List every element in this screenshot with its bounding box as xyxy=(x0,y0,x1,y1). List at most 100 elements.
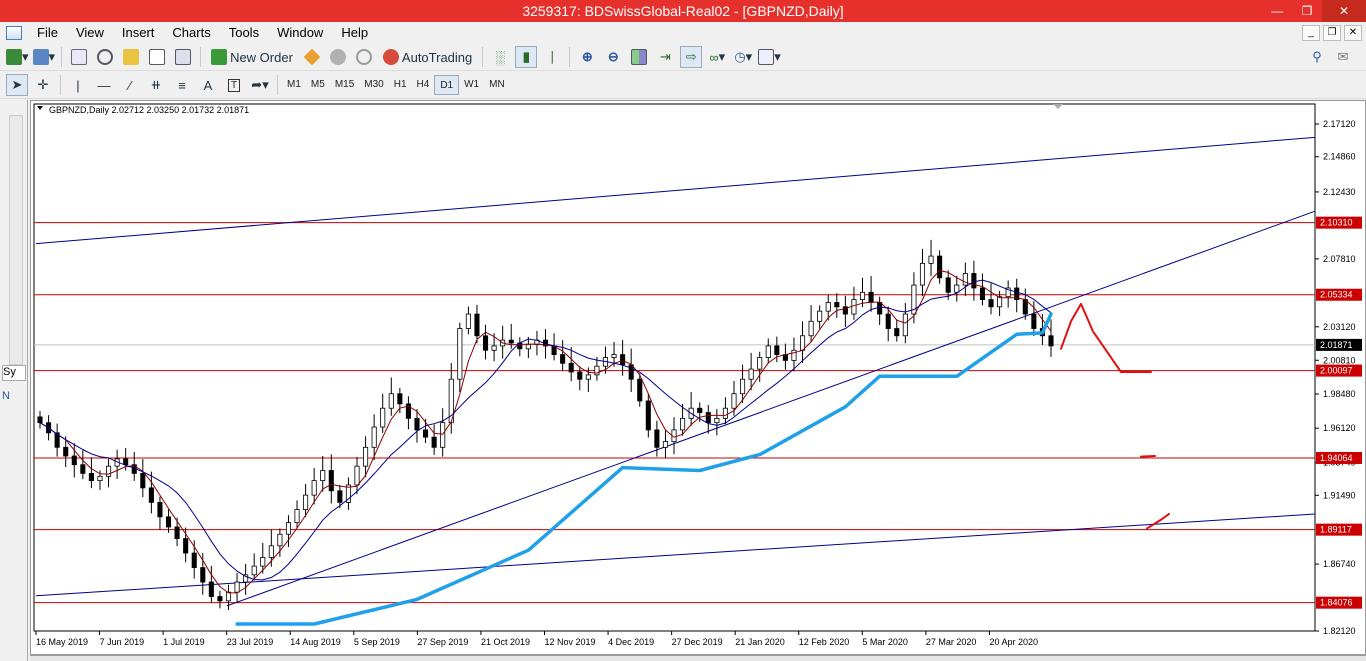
text-label-button[interactable]: T xyxy=(223,74,245,96)
candle-body xyxy=(928,255,934,264)
templates-button[interactable]: ▾ xyxy=(758,46,781,68)
timeframe-h4[interactable]: H4 xyxy=(412,75,435,95)
chart-shift-button[interactable]: ⇥ xyxy=(654,46,676,68)
timeframe-m5[interactable]: M5 xyxy=(306,75,330,95)
candle-body xyxy=(799,335,806,351)
vertical-line-button[interactable]: | xyxy=(67,74,89,96)
menu-help[interactable]: Help xyxy=(332,22,377,43)
panel-scrollbar[interactable] xyxy=(9,115,23,365)
text-label-icon: T xyxy=(227,78,241,92)
navigator-button[interactable] xyxy=(120,46,142,68)
candle-body xyxy=(637,378,643,402)
price-chart[interactable]: GBPNZD,Daily 2.02712 2.03250 2.01732 2.0… xyxy=(31,101,1365,654)
terminal-icon xyxy=(149,49,166,65)
zoom-in-button[interactable]: ⊕ xyxy=(576,46,598,68)
candle-body xyxy=(482,335,489,351)
new-order-icon xyxy=(211,49,228,65)
tile-windows-button[interactable] xyxy=(628,46,650,68)
timeframe-w1[interactable]: W1 xyxy=(459,75,484,95)
market-watch-button[interactable] xyxy=(68,46,90,68)
candlestick-icon: ▮ xyxy=(522,49,530,64)
terminal-button[interactable] xyxy=(146,46,168,68)
separator xyxy=(60,75,61,95)
crosshair-button[interactable]: ✛ xyxy=(32,74,54,96)
candle-body xyxy=(885,313,891,329)
candle-body xyxy=(285,522,292,535)
chat-button[interactable]: ✉ xyxy=(1332,46,1354,68)
candle-body xyxy=(337,490,343,503)
candle-body xyxy=(560,354,566,364)
periods-button[interactable]: ◷ ▾ xyxy=(732,46,754,68)
radio-icon xyxy=(355,49,372,65)
line-chart-button[interactable]: ∣ xyxy=(541,46,563,68)
zoom-out-button[interactable]: ⊖ xyxy=(602,46,624,68)
close-icon[interactable]: ✕ xyxy=(1322,0,1366,22)
candle-body xyxy=(902,313,908,337)
x-tick-label: 23 Jul 2019 xyxy=(227,637,274,647)
equidistant-channel-button[interactable]: ⧺ xyxy=(145,74,167,96)
mdi-restore-icon[interactable]: ❐ xyxy=(1323,24,1341,41)
chart-window[interactable]: GBPNZD,Daily 2.02712 2.03250 2.01732 2.0… xyxy=(30,100,1366,655)
chart-tabs-bar[interactable] xyxy=(30,655,1366,661)
arrows-button[interactable]: ➦ ▾ xyxy=(249,74,271,96)
candlestick-button[interactable]: ▮ xyxy=(515,46,538,68)
fibonacci-button[interactable]: ≡ xyxy=(171,74,193,96)
candle-body xyxy=(148,487,154,503)
separator xyxy=(277,75,278,95)
timeframe-h1[interactable]: H1 xyxy=(389,75,412,95)
autoscroll-button[interactable]: ⇨ xyxy=(680,46,703,68)
mdi-minimize-icon[interactable]: _ xyxy=(1302,24,1320,41)
candle-body xyxy=(868,291,874,303)
autotrading-button[interactable]: AutoTrading xyxy=(379,46,476,68)
candle-body xyxy=(731,393,737,409)
timeframe-m15[interactable]: M15 xyxy=(330,75,359,95)
data-window-button[interactable] xyxy=(94,46,116,68)
candle-body xyxy=(388,393,394,409)
indicators-button[interactable]: ∞ ▾ xyxy=(706,46,728,68)
price-level-label: 1.84076 xyxy=(1320,598,1353,608)
bar-chart-button[interactable]: ░ xyxy=(489,46,511,68)
candle-body xyxy=(945,277,951,293)
panel-tab-navigator[interactable]: N xyxy=(2,390,26,406)
horizontal-line-button[interactable]: — xyxy=(93,74,115,96)
candle-body xyxy=(354,465,360,486)
menu-file[interactable]: File xyxy=(28,22,67,43)
minimize-icon[interactable]: — xyxy=(1262,0,1292,22)
trendline-button[interactable]: ∕ xyxy=(119,74,141,96)
menu-insert[interactable]: Insert xyxy=(113,22,164,43)
new-order-button[interactable]: New Order xyxy=(207,46,297,68)
metaeditor-button[interactable] xyxy=(301,46,323,68)
menu-window[interactable]: Window xyxy=(268,22,332,43)
cursor-button[interactable]: ➤ xyxy=(6,74,28,96)
timeframe-m30[interactable]: M30 xyxy=(359,75,388,95)
timeframe-mn[interactable]: MN xyxy=(484,75,510,95)
new-chart-button[interactable]: ▾ xyxy=(6,46,29,68)
x-tick-label: 12 Feb 2020 xyxy=(799,637,850,647)
text-button[interactable]: A xyxy=(197,74,219,96)
candle-body xyxy=(748,368,754,380)
menu-view[interactable]: View xyxy=(67,22,113,43)
timeframe-d1[interactable]: D1 xyxy=(434,75,460,95)
timeframe-m1[interactable]: M1 xyxy=(282,75,306,95)
radio-button[interactable] xyxy=(353,46,375,68)
candle-body xyxy=(106,465,112,477)
candle-body xyxy=(260,557,266,567)
candle-body xyxy=(525,344,531,350)
search-button[interactable]: ⚲ xyxy=(1306,46,1328,68)
mdi-close-icon[interactable]: ✕ xyxy=(1344,24,1362,41)
forecast-mark xyxy=(1140,455,1156,458)
candle-body xyxy=(577,371,583,380)
profiles-button[interactable]: ▾ xyxy=(32,46,55,68)
candle-body xyxy=(620,354,626,366)
candle-body xyxy=(423,429,429,438)
signals-button[interactable] xyxy=(327,46,349,68)
autotrading-label: AutoTrading xyxy=(401,49,473,65)
menu-charts[interactable]: Charts xyxy=(163,22,219,43)
menu-tools[interactable]: Tools xyxy=(220,22,268,43)
vertical-line-icon: | xyxy=(76,77,80,93)
panel-tab-symbols[interactable]: Sy xyxy=(2,365,26,381)
candle-body xyxy=(88,472,94,482)
price-level-label: 2.05334 xyxy=(1320,290,1353,300)
maximize-icon[interactable]: ❐ xyxy=(1292,0,1322,22)
tester-button[interactable] xyxy=(172,46,194,68)
